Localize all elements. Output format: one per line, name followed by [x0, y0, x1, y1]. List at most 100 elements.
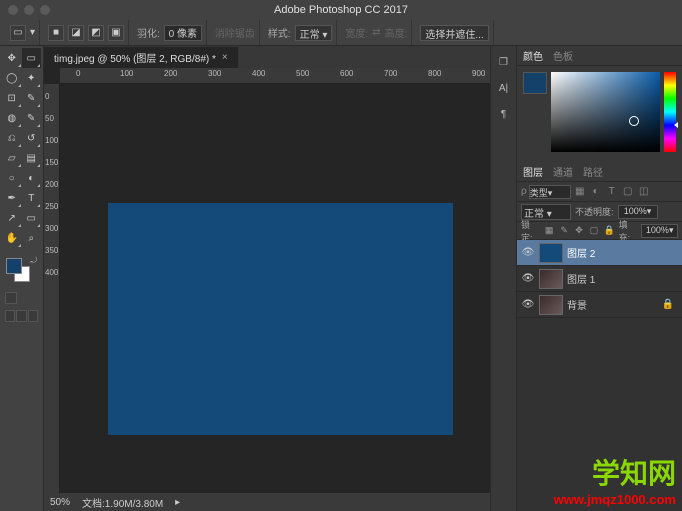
tab-layers[interactable]: 图层: [523, 164, 543, 179]
filter-pixel-icon[interactable]: ▦: [573, 185, 587, 199]
zoom-value[interactable]: 50%: [50, 497, 70, 508]
tab-channels[interactable]: 通道: [553, 164, 573, 179]
selection-add-icon[interactable]: ◪: [68, 25, 84, 41]
right-panels: 颜色 色板 图层 通道 路径 ρ 类型▾ ▦ ◐ T: [516, 46, 682, 511]
lock-position-icon[interactable]: ✥: [574, 225, 585, 237]
hand-tool[interactable]: ✋: [2, 228, 22, 248]
selection-intersect-icon[interactable]: ▣: [108, 25, 124, 41]
filter-smart-icon[interactable]: ◫: [637, 185, 651, 199]
close-tab-icon[interactable]: ×: [222, 52, 228, 63]
tab-paths[interactable]: 路径: [583, 164, 603, 179]
opacity-input[interactable]: 100%▾: [618, 205, 658, 219]
style-select[interactable]: 正常 ▾: [295, 25, 333, 41]
selection-new-icon[interactable]: ■: [48, 25, 64, 41]
layer-blend-row: 正常 ▾ 不透明度: 100%▾: [517, 202, 682, 222]
layer-name[interactable]: 图层 2: [567, 245, 595, 260]
hue-cursor-icon: [674, 122, 678, 128]
layer-list: 👁 图层 2 👁 图层 1 👁 背景 🔒: [517, 240, 682, 511]
title-bar: Adobe Photoshop CC 2017: [0, 0, 682, 20]
lock-image-icon[interactable]: ✎: [559, 225, 570, 237]
select-mask-button[interactable]: 选择并遮住...: [420, 25, 488, 41]
canvas-content[interactable]: [108, 203, 453, 435]
tool-preset-picker[interactable]: ▭: [10, 25, 26, 41]
options-bar: ▭ ▾ ■ ◪ ◩ ▣ 羽化: 消除锯齿 样式: 正常 ▾ 宽度: ⇄ 高度: …: [0, 20, 682, 46]
swap-colors-icon[interactable]: ⤾: [30, 256, 37, 266]
stamp-tool[interactable]: ⎌: [2, 128, 22, 148]
paragraph-panel-icon[interactable]: ¶: [496, 106, 512, 122]
brush-tool[interactable]: ✎: [22, 108, 42, 128]
gradient-tool[interactable]: ▤: [22, 148, 42, 168]
filter-type-select[interactable]: 类型▾: [529, 185, 571, 199]
layer-name[interactable]: 背景: [567, 297, 587, 312]
filter-adjust-icon[interactable]: ◐: [589, 185, 603, 199]
history-panel-icon[interactable]: ❐: [496, 54, 512, 70]
character-panel-icon[interactable]: A|: [496, 80, 512, 96]
layer-thumbnail[interactable]: [539, 295, 563, 315]
color-picker[interactable]: [551, 72, 660, 152]
screenmode-button[interactable]: [5, 310, 15, 322]
wand-tool[interactable]: ✦: [22, 68, 42, 88]
heal-tool[interactable]: ◍: [2, 108, 22, 128]
hue-slider[interactable]: [664, 72, 676, 152]
crop-tool[interactable]: ⊡: [2, 88, 22, 108]
filter-search-icon[interactable]: ρ: [521, 186, 527, 197]
layer-thumbnail[interactable]: [539, 243, 563, 263]
path-select-tool[interactable]: ↗: [2, 208, 22, 228]
layer-name[interactable]: 图层 1: [567, 271, 595, 286]
dodge-tool[interactable]: ◐: [22, 168, 42, 188]
close-window-button[interactable]: [8, 5, 18, 15]
move-tool[interactable]: ✥: [2, 48, 22, 68]
lock-transparent-icon[interactable]: ▦: [544, 225, 555, 237]
status-chevron-icon[interactable]: ▸: [175, 497, 180, 508]
quickmask-toggle[interactable]: [5, 292, 17, 304]
lock-artboard-icon[interactable]: ▢: [589, 225, 600, 237]
history-brush-tool[interactable]: ↺: [22, 128, 42, 148]
layer-item[interactable]: 👁 图层 2: [517, 240, 682, 266]
fill-input[interactable]: 100%▾: [641, 224, 678, 238]
feather-label: 羽化:: [137, 25, 160, 40]
width-label: 宽度:: [345, 25, 368, 40]
eyedropper-tool[interactable]: ✎: [22, 88, 42, 108]
blur-tool[interactable]: ○: [2, 168, 22, 188]
tab-color[interactable]: 颜色: [523, 48, 543, 63]
eraser-tool[interactable]: ▱: [2, 148, 22, 168]
layer-item[interactable]: 👁 图层 1: [517, 266, 682, 292]
shape-tool[interactable]: ▭: [22, 208, 42, 228]
layers-panel: ρ 类型▾ ▦ ◐ T ▢ ◫ 正常 ▾ 不透明度: 100%▾ 锁定: ▦ ✎…: [517, 182, 682, 511]
minimize-window-button[interactable]: [24, 5, 34, 15]
selection-subtract-icon[interactable]: ◩: [88, 25, 104, 41]
layer-item[interactable]: 👁 背景 🔒: [517, 292, 682, 318]
document-tab[interactable]: timg.jpeg @ 50% (图层 2, RGB/8#) * ×: [44, 47, 239, 68]
visibility-eye-icon[interactable]: 👁: [521, 247, 535, 258]
canvas-viewport[interactable]: [60, 84, 490, 493]
lock-all-icon[interactable]: 🔒: [603, 225, 614, 237]
app-title: Adobe Photoshop CC 2017: [274, 4, 408, 16]
screenmode-button-3[interactable]: [28, 310, 38, 322]
foreground-color[interactable]: [6, 258, 22, 274]
document-tab-title: timg.jpeg @ 50% (图层 2, RGB/8#) *: [54, 50, 216, 65]
pen-tool[interactable]: ✒: [2, 188, 22, 208]
filter-shape-icon[interactable]: ▢: [621, 185, 635, 199]
lock-icon: 🔒: [662, 299, 674, 310]
type-tool[interactable]: T: [22, 188, 42, 208]
tab-swatches[interactable]: 色板: [553, 48, 573, 63]
color-swatches: ⤾: [2, 256, 41, 286]
panel-dock: ❐ A| ¶: [490, 46, 516, 511]
lasso-tool[interactable]: ◯: [2, 68, 22, 88]
zoom-tool[interactable]: ⌕: [22, 228, 42, 248]
swap-wh-icon: ⇄: [372, 27, 380, 38]
layer-thumbnail[interactable]: [539, 269, 563, 289]
visibility-eye-icon[interactable]: 👁: [521, 273, 535, 284]
screenmode-button-2[interactable]: [16, 310, 26, 322]
feather-input[interactable]: [164, 25, 202, 41]
maximize-window-button[interactable]: [40, 5, 50, 15]
status-bar: 50% 文档:1.90M/3.80M ▸: [44, 493, 490, 511]
status-text: 文档:1.90M/3.80M: [82, 495, 163, 510]
window-controls: [8, 5, 50, 15]
filter-type-icon[interactable]: T: [605, 185, 619, 199]
height-label: 高度:: [385, 25, 408, 40]
layer-lock-row: 锁定: ▦ ✎ ✥ ▢ 🔒 填充: 100%▾: [517, 222, 682, 240]
marquee-tool[interactable]: ▭: [22, 48, 42, 68]
visibility-eye-icon[interactable]: 👁: [521, 299, 535, 310]
color-panel-fg[interactable]: [523, 72, 547, 94]
